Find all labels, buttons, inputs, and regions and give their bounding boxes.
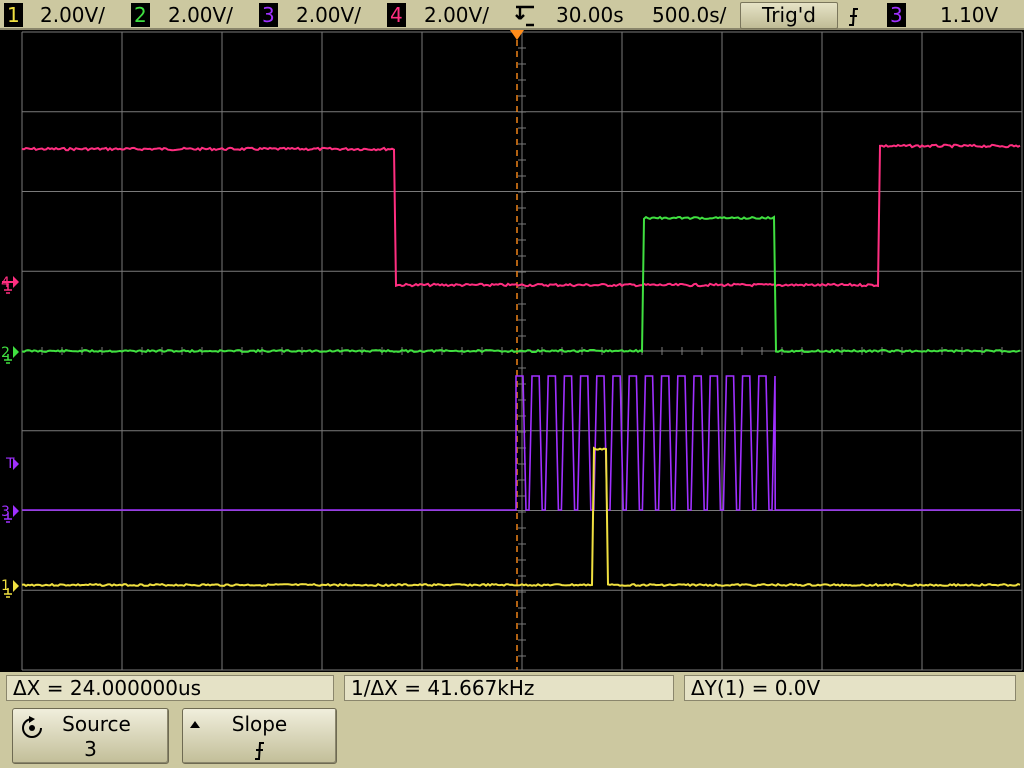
trigger-level-marker[interactable]: T (5, 456, 19, 472)
delta-y-readout: ΔY(1) = 0.0V (684, 675, 1016, 701)
rising-edge-icon (255, 742, 264, 760)
timebase-value: 500.0s/ (652, 3, 727, 27)
ch1-trace (21, 446, 1021, 588)
waveform-canvas: 4 2 T 3 1 (1, 30, 1023, 671)
delay-value: 30.00s (556, 3, 624, 27)
delay-icon (515, 5, 534, 27)
ch4-scale: 2.00V/ (424, 3, 489, 27)
trigger-marker-label: T (5, 456, 15, 472)
rising-edge-icon (849, 8, 858, 26)
slope-softkey[interactable]: Slope (182, 708, 337, 764)
ch4-trace (21, 143, 1021, 288)
inverse-delta-x-readout: 1/ΔX = 41.667kHz (344, 675, 674, 701)
ch1-number[interactable]: 1 (4, 3, 23, 27)
trigger-level: 1.10V (940, 3, 999, 27)
ch2-marker-label: 2 (1, 345, 10, 361)
trigger-status-button[interactable]: Trig'd (740, 2, 838, 29)
ch1-marker-label: 1 (1, 578, 10, 594)
ch4-ground-marker[interactable]: 4 (1, 275, 19, 294)
source-softkey[interactable]: Source 3 (12, 708, 169, 764)
delta-x-readout: ΔX = 24.000000us (6, 675, 334, 701)
ch3-ground-marker[interactable]: 3 (1, 504, 19, 523)
ch3-trace (22, 375, 1020, 511)
measurement-panel: ΔX = 24.000000us 1/ΔX = 41.667kHz ΔY(1) … (0, 672, 1024, 768)
ch1-scale: 2.00V/ (40, 3, 105, 27)
slope-softkey-label: Slope (231, 712, 288, 736)
trigger-source-number[interactable]: 3 (887, 3, 906, 27)
status-bar: 1 2.00V/ 2 2.00V/ 3 2.00V/ 4 2.00V/ 30.0… (0, 0, 1024, 30)
ch2-ground-marker[interactable]: 2 (1, 345, 19, 364)
ch3-scale: 2.00V/ (296, 3, 361, 27)
ch2-number[interactable]: 2 (131, 3, 150, 27)
ch4-number[interactable]: 4 (387, 3, 406, 27)
ch3-marker-label: 3 (1, 504, 10, 520)
ch3-number[interactable]: 3 (259, 3, 278, 27)
waveform-display[interactable]: 4 2 T 3 1 (0, 30, 1024, 672)
source-softkey-value: 3 (84, 737, 97, 761)
ch1-ground-marker[interactable]: 1 (1, 578, 19, 598)
ch2-scale: 2.00V/ (168, 3, 233, 27)
ch4-marker-label: 4 (1, 275, 10, 291)
source-softkey-label: Source (62, 712, 131, 736)
